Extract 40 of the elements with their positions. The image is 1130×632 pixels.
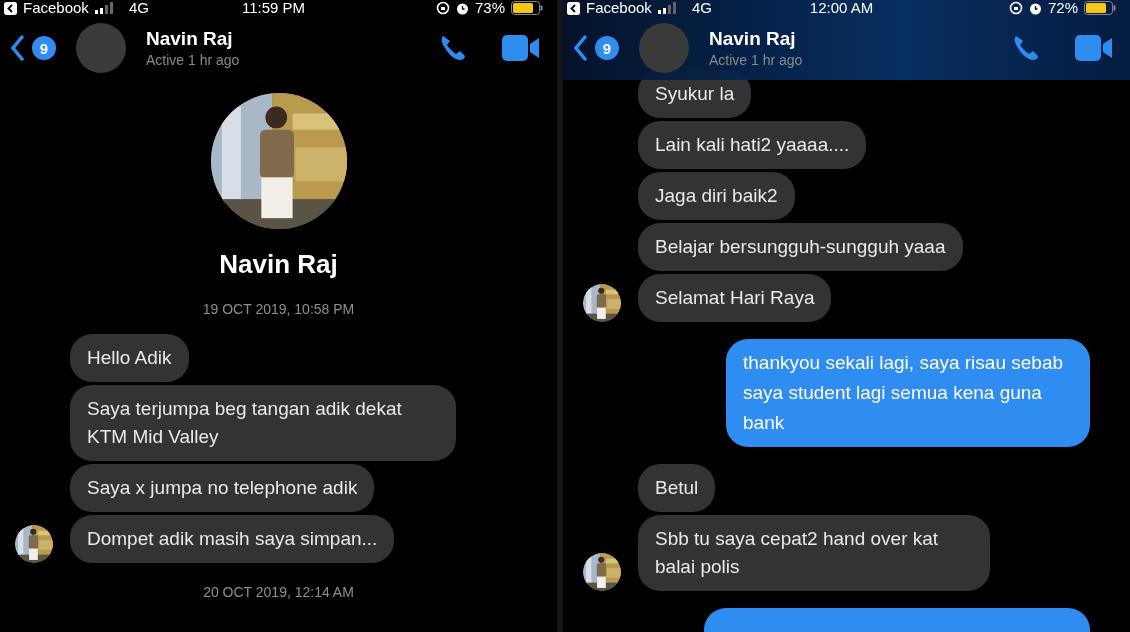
message-bubble: Selamat Hari Raya [638,274,832,322]
contact-name: Navin Raj [146,28,234,50]
clock-time: 12:00 AM [809,0,874,16]
active-status: Active 1 hr ago [146,52,241,68]
signal-icon [657,2,678,14]
timestamp: 20 OCT 2019, 12:14 AM [202,584,355,600]
network-label: 4G [128,0,149,16]
back-app-label[interactable]: Facebook [586,0,652,16]
network-label: 4G [691,0,712,16]
message-bubble: Betul [638,464,716,512]
battery-icon [1084,1,1116,15]
battery-icon [511,1,543,15]
back-icon[interactable] [567,1,580,15]
message-bubble: Saya terjumpa beg tangan adik dekat KTM Mid Valley [70,385,456,461]
clock-time: 11:59 PM [241,0,306,16]
back-app-label[interactable]: Facebook [23,0,89,16]
back-icon[interactable] [10,35,24,61]
profile-name: Navin Raj [219,249,338,280]
message-bubble: Sbb tu saya cepat2 hand over kat balai polis [638,515,990,591]
message-bubble: Saya x jumpa no telephone adik [70,464,375,512]
message-bubble: Hello Adik [70,334,189,382]
contact-name: Navin Raj [709,28,797,50]
signal-icon [94,2,115,14]
message-bubble: Dompet adik masih saya simpan... [70,515,395,563]
video-call-icon[interactable] [502,35,539,61]
active-status: Active 1 hr ago [709,52,804,68]
battery-percent: 73% [474,0,505,16]
battery-percent: 72% [1048,0,1078,16]
avatar [76,23,126,73]
avatar [639,23,689,73]
timestamp: 19 OCT 2019, 10:58 PM [201,301,356,317]
rotation-lock-icon [1009,1,1023,15]
message-bubble: Jaga diri baik2 [638,172,795,220]
message-bubble: thankyou sekali lagi, saya risau sebab saya student lagi semua kena guna bank [726,339,1090,447]
rotation-lock-icon [435,1,450,15]
alarm-icon [1029,1,1042,15]
message-bubble: Lain kali hati2 yaaaa.... [638,121,867,169]
video-call-icon[interactable] [1075,35,1112,61]
message-bubble: Belajar bersungguh-sungguh yaaa [638,223,963,271]
back-icon[interactable] [4,1,17,15]
